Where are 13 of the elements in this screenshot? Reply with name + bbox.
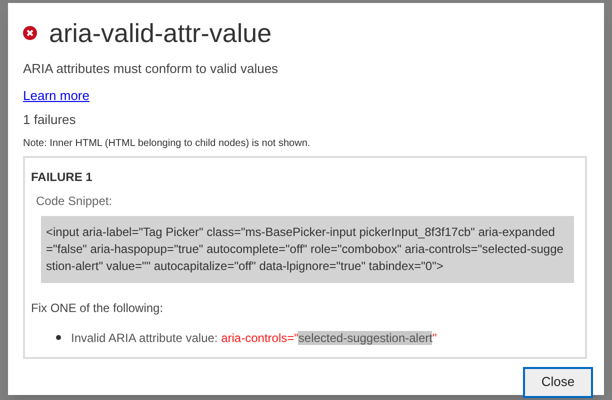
error-icon [23, 26, 37, 40]
note-text: Note: Inner HTML (HTML belonging to child nodes) is not shown. [23, 136, 312, 150]
dialog-title: aria-valid-attr-value [49, 17, 272, 50]
close-button[interactable]: Close [523, 366, 593, 398]
learn-more-link[interactable]: Learn more [23, 86, 90, 105]
rule-description: ARIA attributes must conform to valid values [23, 60, 280, 78]
failure-count: 1 failures [23, 111, 77, 129]
code-snippet: <input aria-label="Tag Picker" class="ms-BasePicker-input pickerInput_8f3f17cb" aria-expanded="false" aria-haspopup="true" autocomplete="off" role="combobox" aria-controls="selected-suggestion-alert" value="" autocapitalize="off" data-lpignore="true" tabindex="0"> [41, 216, 574, 282]
fix-item: Invalid ARIA attribute value: aria-controls="selected-suggestion-alert" [71, 330, 437, 346]
snippet-label: Code Snippet: [36, 192, 114, 210]
failure-heading: FAILURE 1 [31, 168, 94, 186]
bullet-icon [56, 335, 61, 340]
fix-instructions: Fix ONE of the following: [31, 300, 164, 316]
